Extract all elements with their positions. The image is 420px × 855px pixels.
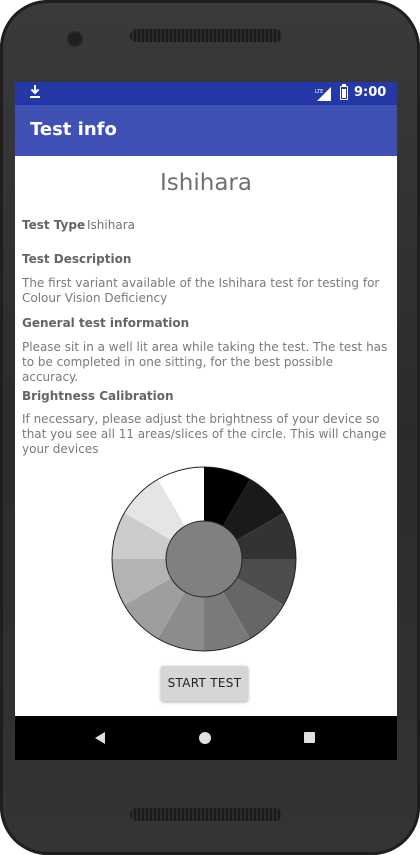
battery-charging-icon <box>340 84 348 100</box>
top-speaker-grille <box>130 29 282 42</box>
brightness-calibration-heading: Brightness Calibration <box>22 389 174 403</box>
test-type-label: Test Type <box>22 218 86 232</box>
lte-badge: LTE <box>315 89 323 95</box>
lte-signal-icon: LTE <box>315 86 331 105</box>
back-icon[interactable] <box>95 732 105 744</box>
test-description-heading: Test Description <box>22 252 132 266</box>
wheel-center <box>165 520 243 598</box>
brightness-calibration-wheel <box>111 466 297 652</box>
test-type-value: Ishihara <box>87 218 135 232</box>
status-time: 9:00 <box>354 85 387 100</box>
brightness-calibration-text: If necessary, please adjust the brightne… <box>22 412 387 456</box>
general-info-text: Please sit in a well lit area while taki… <box>22 340 388 384</box>
app-bar-title: Test info <box>30 119 117 140</box>
download-icon <box>29 84 41 103</box>
status-bar: LTE 9:00 <box>15 82 397 105</box>
test-description-text: The first variant available of the Ishih… <box>22 276 380 305</box>
test-info-content: Ishihara Test Type Ishihara Test Descrip… <box>15 156 397 716</box>
general-info-heading: General test information <box>22 316 190 330</box>
test-title: Ishihara <box>160 170 252 196</box>
front-camera <box>69 33 81 45</box>
phone-frame: LTE 9:00 Test info Ishihara Test Type Is… <box>0 0 420 855</box>
recent-apps-icon[interactable] <box>304 732 315 743</box>
home-icon[interactable] <box>199 732 211 744</box>
phone-screen: LTE 9:00 Test info Ishihara Test Type Is… <box>15 82 397 760</box>
bottom-speaker-grille <box>130 808 282 821</box>
start-test-button[interactable]: START TEST <box>161 666 248 701</box>
app-bar: Test info <box>15 105 397 156</box>
navigation-bar <box>15 716 397 760</box>
